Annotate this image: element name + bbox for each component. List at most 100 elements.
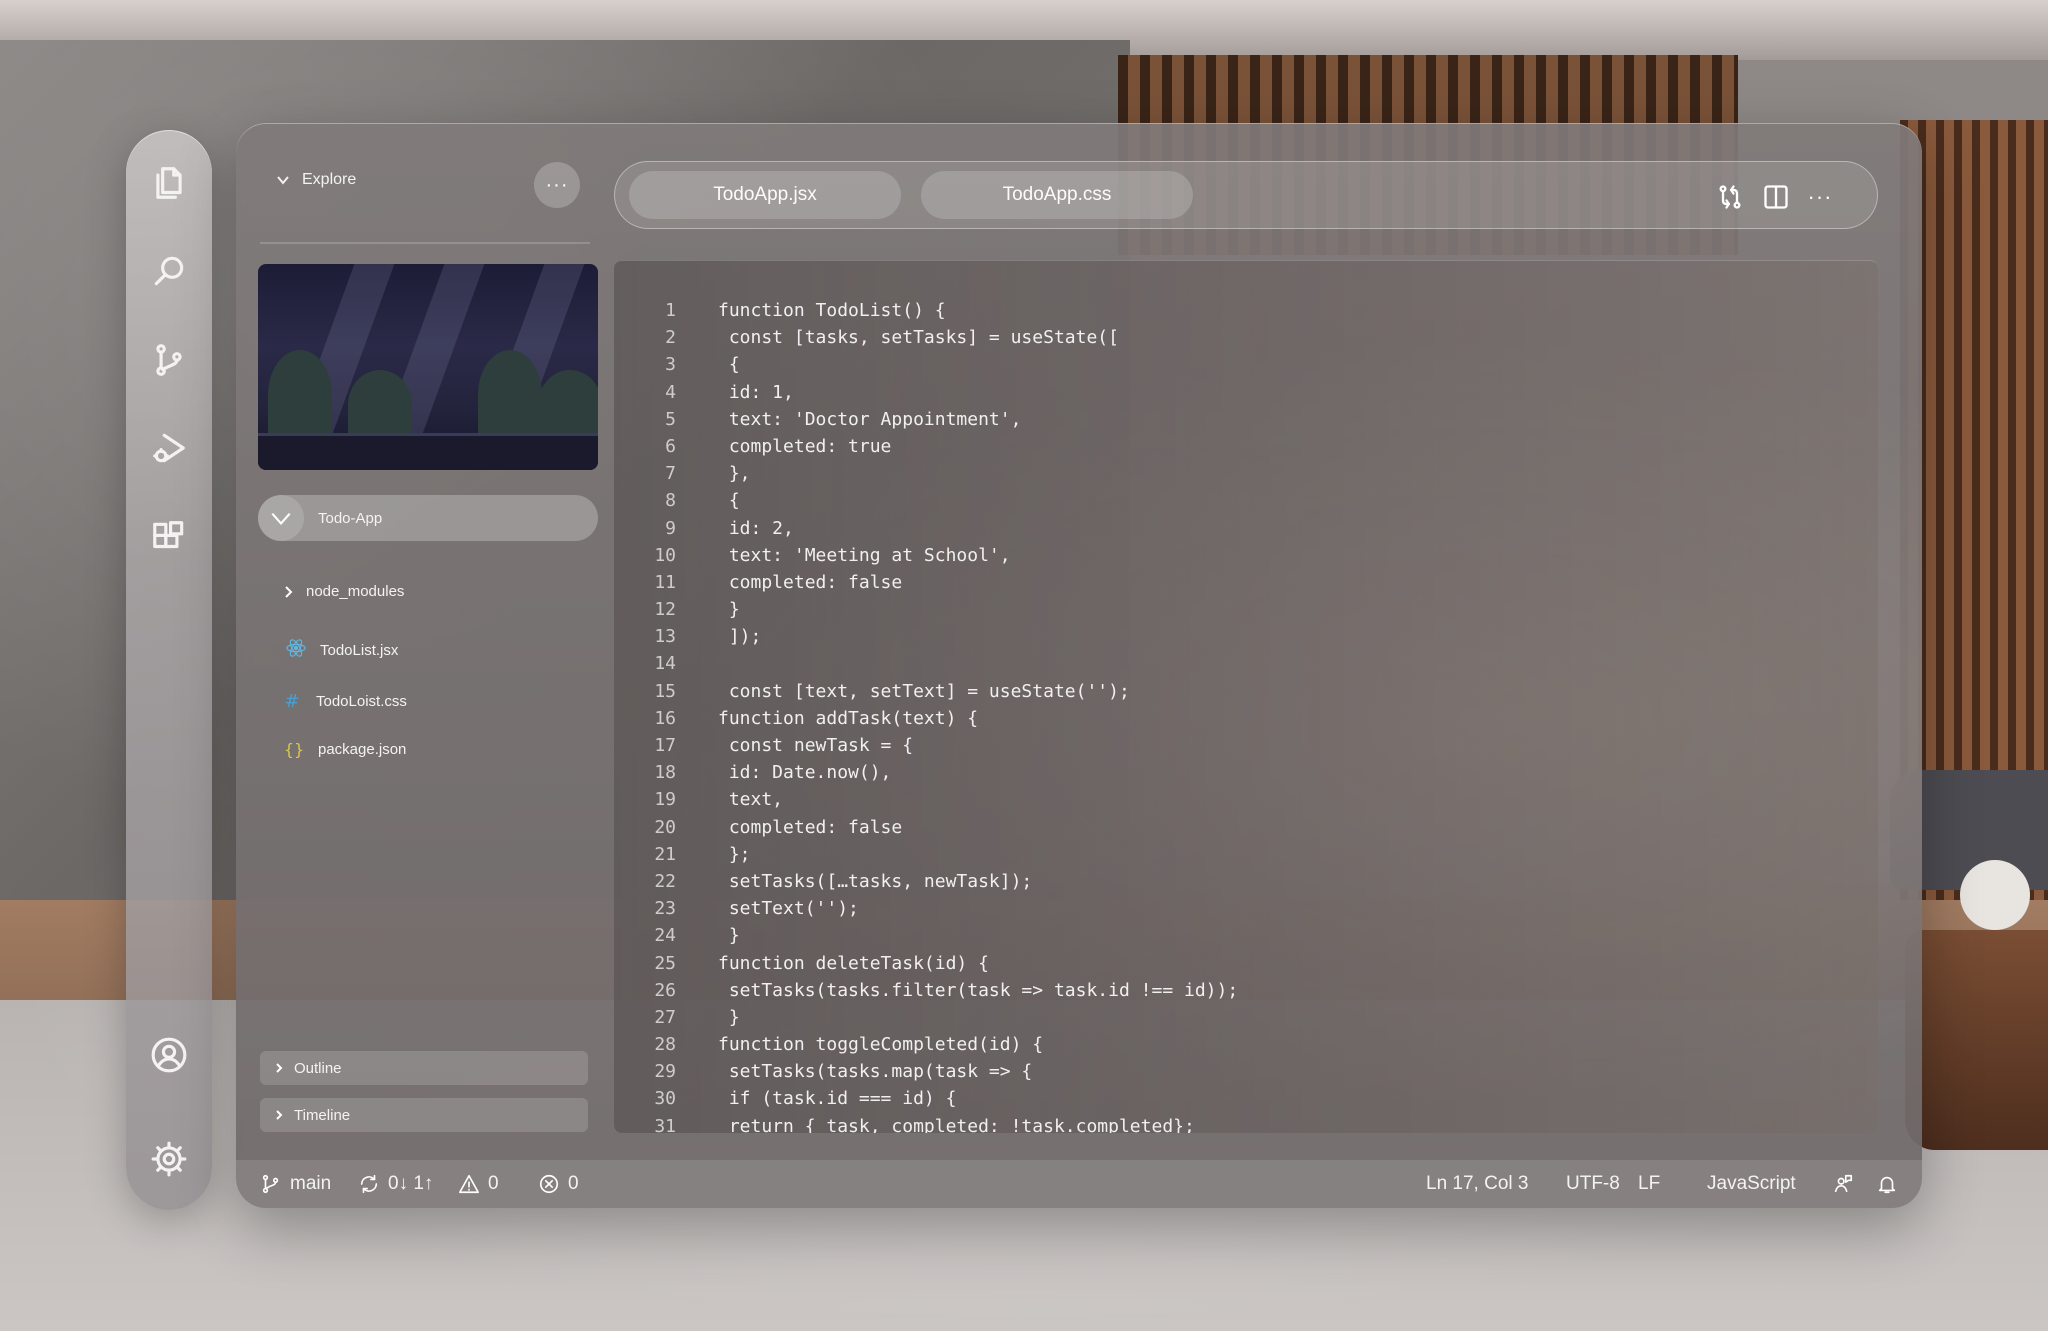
- files-icon[interactable]: [146, 160, 192, 206]
- divider: [260, 242, 590, 244]
- explorer-header[interactable]: Explore: [276, 171, 356, 189]
- chevron-right-icon: [276, 1063, 283, 1073]
- code-line: 28 function toggleCompleted(id) {: [614, 1031, 1878, 1058]
- file-name: node_modules: [306, 583, 405, 600]
- warnings-indicator[interactable]: 0: [458, 1160, 499, 1208]
- explorer-title: Explore: [302, 171, 357, 188]
- code-text: text,: [718, 789, 784, 811]
- chevron-down-icon: [258, 495, 304, 541]
- line-number: 5: [665, 408, 676, 430]
- line-number: 23: [654, 898, 676, 920]
- settings-icon[interactable]: [146, 1136, 192, 1182]
- code-text: }: [718, 925, 740, 947]
- code-text: function toggleCompleted(id) {: [718, 1034, 1044, 1056]
- code-text: setText('');: [718, 898, 859, 920]
- code-text: completed: false: [718, 816, 903, 838]
- code-line: 16 function addTask(text) {: [614, 705, 1878, 732]
- line-number: 26: [654, 979, 676, 1001]
- editor-window: Explore ··· Todo-App node_modules TodoLi…: [236, 123, 1922, 1208]
- branch-indicator[interactable]: main: [260, 1160, 331, 1208]
- hash-icon: #: [284, 691, 300, 712]
- code-line: 31 return { task, completed: !task.compl…: [614, 1113, 1878, 1133]
- line-number: 19: [654, 789, 676, 811]
- code-text: setTasks([…tasks, newTask]);: [718, 870, 1033, 892]
- code-line: 22 setTasks([…tasks, newTask]);: [614, 868, 1878, 895]
- encoding-indicator[interactable]: UTF-8: [1566, 1160, 1620, 1208]
- extensions-icon[interactable]: [146, 514, 192, 560]
- line-number: 14: [654, 653, 676, 675]
- code-line: 19 text,: [614, 786, 1878, 813]
- compare-changes-icon[interactable]: [1715, 182, 1745, 212]
- sync-indicator[interactable]: 0↓ 1↑: [358, 1160, 433, 1208]
- line-number: 28: [654, 1034, 676, 1056]
- line-number: 1: [665, 300, 676, 321]
- code-text: completed: false: [718, 571, 903, 593]
- braces-icon: {}: [283, 740, 305, 759]
- code-line: 9 id: 2,: [614, 515, 1878, 542]
- code-line: 14: [614, 650, 1878, 677]
- chevron-down-icon: [277, 176, 289, 185]
- file-tree-item-todoloist-css[interactable]: # TodoLoist.css: [280, 691, 406, 712]
- tab-todoapp-css[interactable]: TodoApp.css: [921, 171, 1193, 219]
- line-number: 13: [654, 626, 676, 648]
- errors-indicator[interactable]: 0: [538, 1160, 579, 1208]
- file-tree-item-node-modules[interactable]: node_modules: [284, 583, 404, 600]
- outline-section[interactable]: Outline: [260, 1051, 588, 1085]
- line-number: 30: [654, 1088, 676, 1110]
- split-editor-icon[interactable]: [1761, 182, 1791, 212]
- search-icon[interactable]: [146, 248, 192, 294]
- code-text: completed: true: [718, 435, 892, 457]
- file-tree-item-todolist-jsx[interactable]: TodoList.jsx: [284, 637, 398, 664]
- sync-icon: [360, 1174, 378, 1194]
- source-control-icon[interactable]: [146, 337, 192, 383]
- line-number: 22: [654, 870, 676, 892]
- more-icon[interactable]: ···: [1805, 182, 1835, 212]
- chevron-right-icon: [276, 1110, 283, 1120]
- notifications-bell-icon[interactable]: [1876, 1160, 1898, 1208]
- feedback-icon[interactable]: [1832, 1160, 1854, 1208]
- project-folder-todo-app[interactable]: Todo-App: [258, 495, 598, 541]
- line-number: 18: [654, 762, 676, 784]
- line-number: 24: [654, 925, 676, 947]
- line-number: 17: [654, 735, 676, 756]
- code-line: 8 {: [614, 487, 1878, 514]
- source-control-icon: [262, 1174, 279, 1194]
- code-line: 21 };: [614, 841, 1878, 868]
- tab-bar: TodoApp.jsx TodoApp.css ···: [614, 161, 1878, 229]
- cursor-position[interactable]: Ln 17, Col 3: [1426, 1160, 1528, 1208]
- code-line: 3 {: [614, 351, 1878, 378]
- code-text: function TodoList() {: [718, 300, 946, 321]
- eol-indicator[interactable]: LF: [1638, 1160, 1660, 1208]
- file-tree-item-package-json[interactable]: {} package.json: [282, 740, 407, 759]
- code-line: 6 completed: true: [614, 433, 1878, 460]
- code-content: 1 function TodoList() {2 const [tasks, se…: [614, 297, 1878, 1133]
- code-line: 7 },: [614, 460, 1878, 487]
- code-line: 1 function TodoList() {: [614, 297, 1878, 324]
- code-text: return { task, completed: !task.complete…: [718, 1115, 1195, 1133]
- warnings-count: 0: [488, 1173, 499, 1194]
- code-text: id: 1,: [718, 381, 794, 403]
- code-text: if (task.id === id) {: [718, 1088, 957, 1110]
- code-line: 30 if (task.id === id) {: [614, 1085, 1878, 1112]
- code-line: 20 completed: false: [614, 814, 1878, 841]
- code-line: 10 text: 'Meeting at School',: [614, 542, 1878, 569]
- code-editor[interactable]: 1 function TodoList() {2 const [tasks, se…: [614, 260, 1878, 1133]
- code-line: 23 setText('');: [614, 895, 1878, 922]
- code-text: setTasks(tasks.map(task => {: [718, 1061, 1033, 1083]
- line-number: 4: [665, 381, 676, 403]
- code-text: setTasks(tasks.filter(task => task.id !=…: [718, 979, 1239, 1001]
- vase: [1960, 860, 2030, 930]
- line-number: 9: [665, 517, 676, 539]
- timeline-section[interactable]: Timeline: [260, 1098, 588, 1132]
- errors-count: 0: [568, 1173, 579, 1194]
- language-mode[interactable]: JavaScript: [1707, 1160, 1796, 1208]
- run-debug-icon[interactable]: [146, 425, 192, 471]
- explorer-more-button[interactable]: ···: [534, 162, 580, 208]
- warning-icon: [459, 1174, 479, 1194]
- account-icon[interactable]: [146, 1032, 192, 1078]
- line-number: 16: [654, 707, 676, 729]
- code-text: const [text, setText] = useState('');: [718, 680, 1130, 702]
- tab-todoapp-jsx[interactable]: TodoApp.jsx: [629, 171, 901, 219]
- status-bar: main 0↓ 1↑ 0 0 Ln 17, Col 3 UTF-8 LF Jav…: [236, 1160, 1922, 1208]
- side-table: [1905, 930, 2048, 1150]
